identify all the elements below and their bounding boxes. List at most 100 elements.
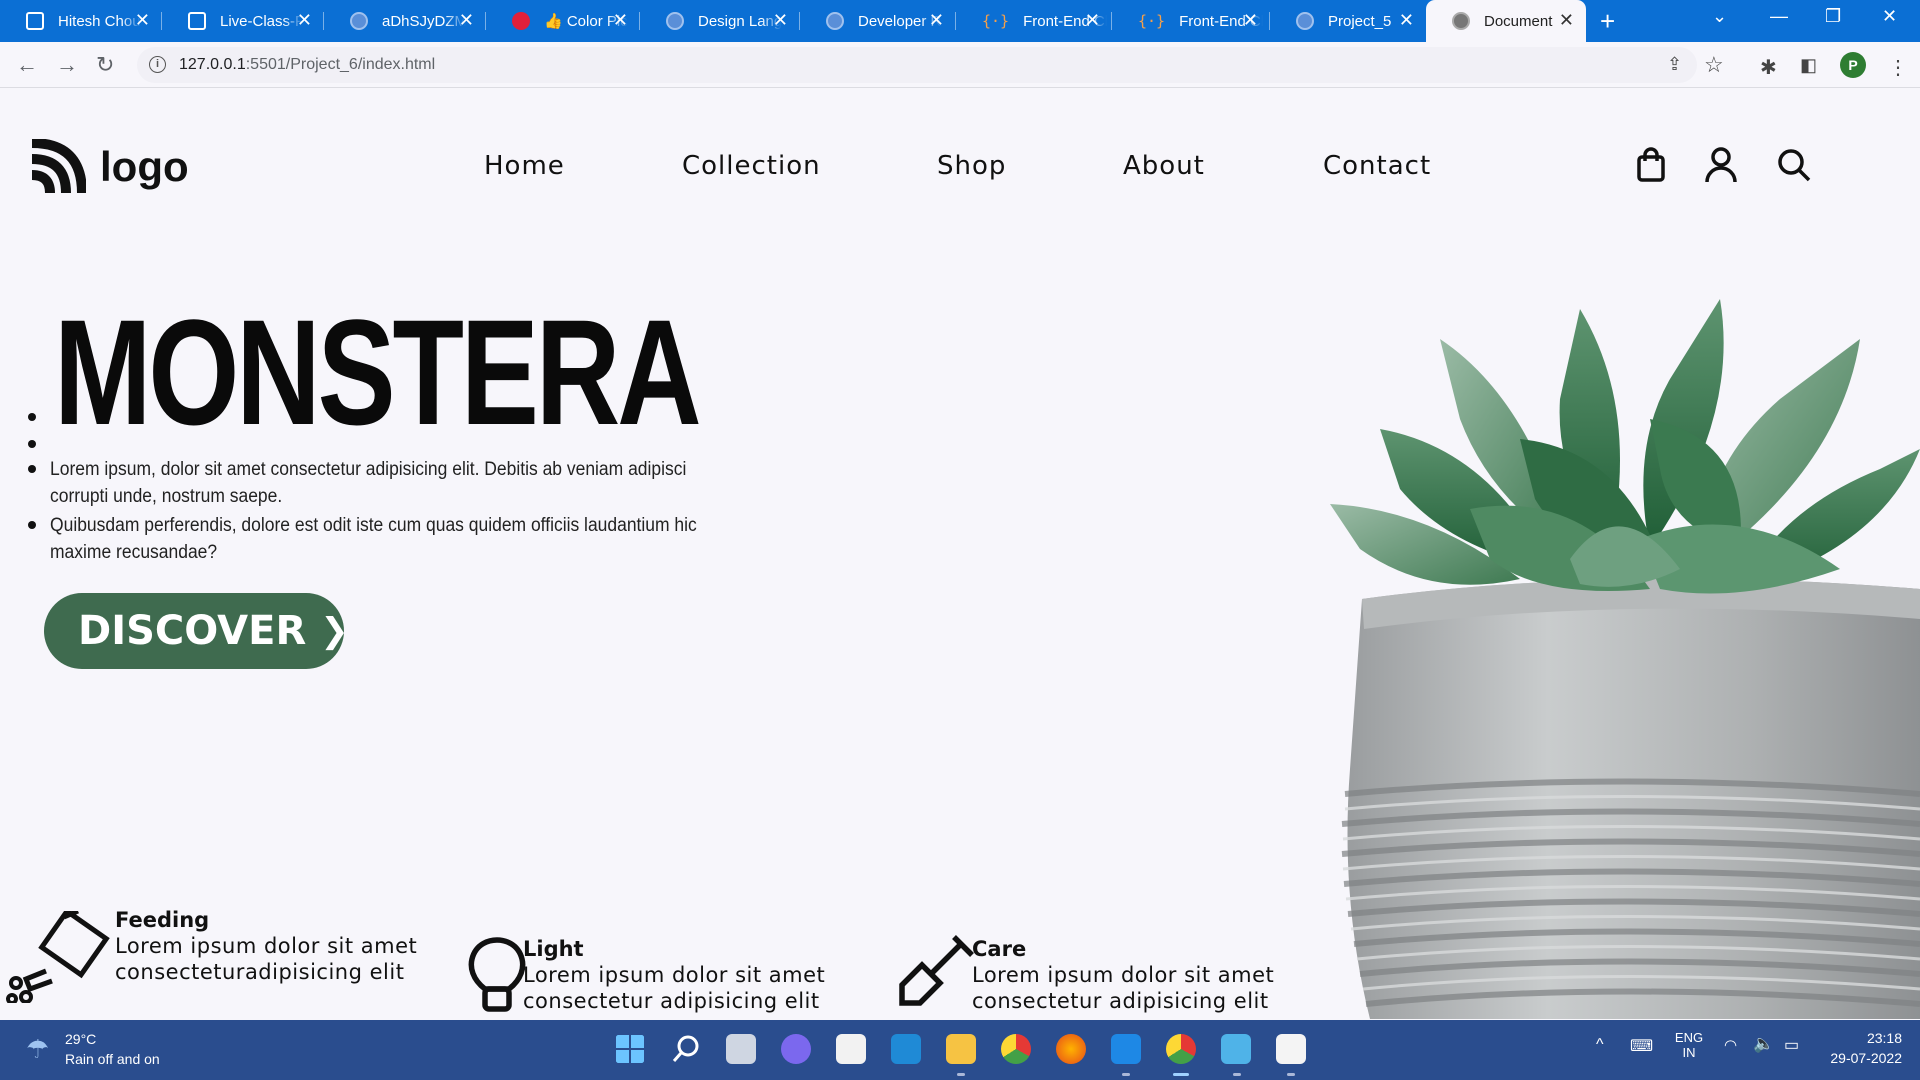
browser-tab[interactable]: 👍 Color Picker ✕ [486,0,640,42]
feature-text: consecteturadipisicing elit [115,960,405,984]
task-view-icon[interactable] [726,1034,756,1064]
discover-label: DISCOVER [78,608,307,654]
browser-tab[interactable]: Project_5 ✕ [1270,0,1426,42]
info-icon[interactable]: i [149,56,166,73]
feature-title: Light [523,937,584,961]
keyboard-icon[interactable]: ⌨ [1630,1036,1653,1056]
close-icon[interactable]: ✕ [459,11,474,29]
shopping-bag-icon[interactable] [1636,147,1666,183]
new-tab-icon[interactable]: + [1600,6,1615,37]
logo-text: logo [100,143,189,190]
browser-tab[interactable]: {·} Front-End Challenges ✕ [1112,0,1270,42]
user-icon[interactable] [1704,147,1738,183]
chevron-up-icon[interactable]: ^ [1596,1036,1604,1054]
close-icon[interactable]: ✕ [1399,11,1414,29]
close-window-icon[interactable]: ✕ [1882,6,1897,27]
color-picker-icon [512,12,530,30]
chevron-right-icon: ❯ [320,611,349,651]
tab-title: Hitesh Choudhary [58,12,142,30]
browser-tab[interactable]: Live-Class-Frontend ✕ [162,0,324,42]
lang-top: ENG [1674,1030,1704,1045]
photos-icon[interactable] [1221,1034,1251,1064]
close-icon[interactable]: ✕ [1085,11,1100,29]
hero-title: MONSTERA [54,288,702,456]
close-icon[interactable]: ✕ [773,11,788,29]
side-panel-icon[interactable]: ◧ [1800,55,1817,76]
address-bar[interactable]: i 127.0.0.1:5501/Project_6/index.html ⇪ … [137,47,1724,83]
nav-collection[interactable]: Collection [682,151,821,181]
code-braces-icon: {·} [1138,12,1166,30]
tab-title: Live-Class-Frontend [220,12,304,30]
snipping-tool-icon[interactable] [1276,1034,1306,1064]
chevron-down-icon[interactable]: ⌄ [1712,6,1727,27]
minimize-icon[interactable]: — [1770,6,1788,27]
chat-icon[interactable] [781,1034,811,1064]
file-explorer-icon[interactable] [946,1034,976,1064]
firefox-icon[interactable] [1056,1034,1086,1064]
site-logo[interactable]: logo [30,139,189,195]
wifi-icon[interactable]: ◠ [1724,1036,1737,1054]
vscode-icon[interactable] [1111,1034,1141,1064]
restore-icon[interactable]: ❐ [1825,6,1841,27]
hero-paragraph: Quibusdam perferendis, dolore est odit i… [50,515,697,563]
shovel-icon [899,935,974,1006]
browser-tab[interactable]: {·} Front-End Challenges ✕ [956,0,1112,42]
browser-tab[interactable]: Developer Resources ✕ [800,0,956,42]
feature-light: Light Lorem ipsum dolor sit amet consect… [523,936,825,1014]
lang-bottom: IN [1682,1045,1696,1060]
code-braces-icon: {·} [982,12,1010,30]
close-icon[interactable]: ✕ [613,11,628,29]
browser-tab[interactable]: Design Language ✕ [640,0,800,42]
battery-icon[interactable]: ▭ [1784,1035,1799,1055]
nav-about[interactable]: About [1123,151,1205,181]
succulent-pot-image [1330,299,1920,1019]
feature-title: Feeding [115,908,210,932]
feature-text: Lorem ipsum dolor sit amet [115,934,418,958]
reload-icon[interactable]: ↻ [96,52,114,78]
url-text[interactable]: 127.0.0.1:5501/Project_6/index.html [179,56,435,74]
back-icon[interactable]: ← [16,52,38,78]
chrome-icon[interactable] [1001,1034,1031,1064]
feature-feeding: Feeding Lorem ipsum dolor sit amet conse… [115,907,417,985]
browser-tab[interactable]: Hitesh Choudhary ✕ [0,0,162,42]
close-icon[interactable]: ✕ [297,11,312,29]
mail-icon[interactable] [891,1034,921,1064]
nav-contact[interactable]: Contact [1323,151,1431,181]
globe-icon [826,12,844,30]
windows-taskbar: ☂ 29°C Rain off and on ^ ⌨ ENG IN ◠ 🔈 ▭ 2… [0,1020,1920,1080]
clock-date[interactable]: 29-07-2022 [1822,1050,1902,1066]
globe-icon [666,12,684,30]
square-icon [26,12,44,30]
close-icon[interactable]: ✕ [135,11,150,29]
extensions-icon[interactable]: ✱ [1760,55,1777,80]
nav-home[interactable]: Home [484,151,565,181]
search-icon[interactable] [671,1034,701,1064]
volume-icon[interactable]: 🔈 [1753,1034,1774,1054]
close-icon[interactable]: ✕ [1559,11,1574,29]
menu-dots-icon[interactable]: ⋮ [1888,55,1908,80]
share-icon[interactable]: ⇪ [1667,54,1682,75]
widgets-icon[interactable] [836,1034,866,1064]
weather-temp[interactable]: 29°C [65,1031,96,1047]
feature-text: consectetur adipisicing elit [523,989,820,1013]
clock-time[interactable]: 23:18 [1822,1030,1902,1046]
start-icon[interactable] [615,1034,645,1064]
browser-tab[interactable]: aDhSJyDZMx ✕ [324,0,486,42]
nav-shop[interactable]: Shop [937,151,1006,181]
language-indicator[interactable]: ENG IN [1674,1030,1704,1060]
tab-title: aDhSJyDZMx [382,12,466,30]
chrome-profile-icon[interactable] [1166,1034,1196,1064]
globe-icon [350,12,368,30]
discover-button[interactable]: DISCOVER ❯ [44,593,349,669]
forward-icon[interactable]: → [56,52,78,78]
watering-can-icon [6,911,110,1003]
weather-desc[interactable]: Rain off and on [65,1051,160,1067]
search-icon[interactable] [1776,147,1812,183]
star-icon[interactable]: ☆ [1704,52,1724,78]
url-path: :5501/Project_6/index.html [245,56,436,73]
close-icon[interactable]: ✕ [929,11,944,29]
square-icon [188,12,206,30]
close-icon[interactable]: ✕ [1243,11,1258,29]
browser-tab-active[interactable]: Document ✕ [1426,0,1586,42]
profile-avatar[interactable]: P [1840,52,1866,78]
